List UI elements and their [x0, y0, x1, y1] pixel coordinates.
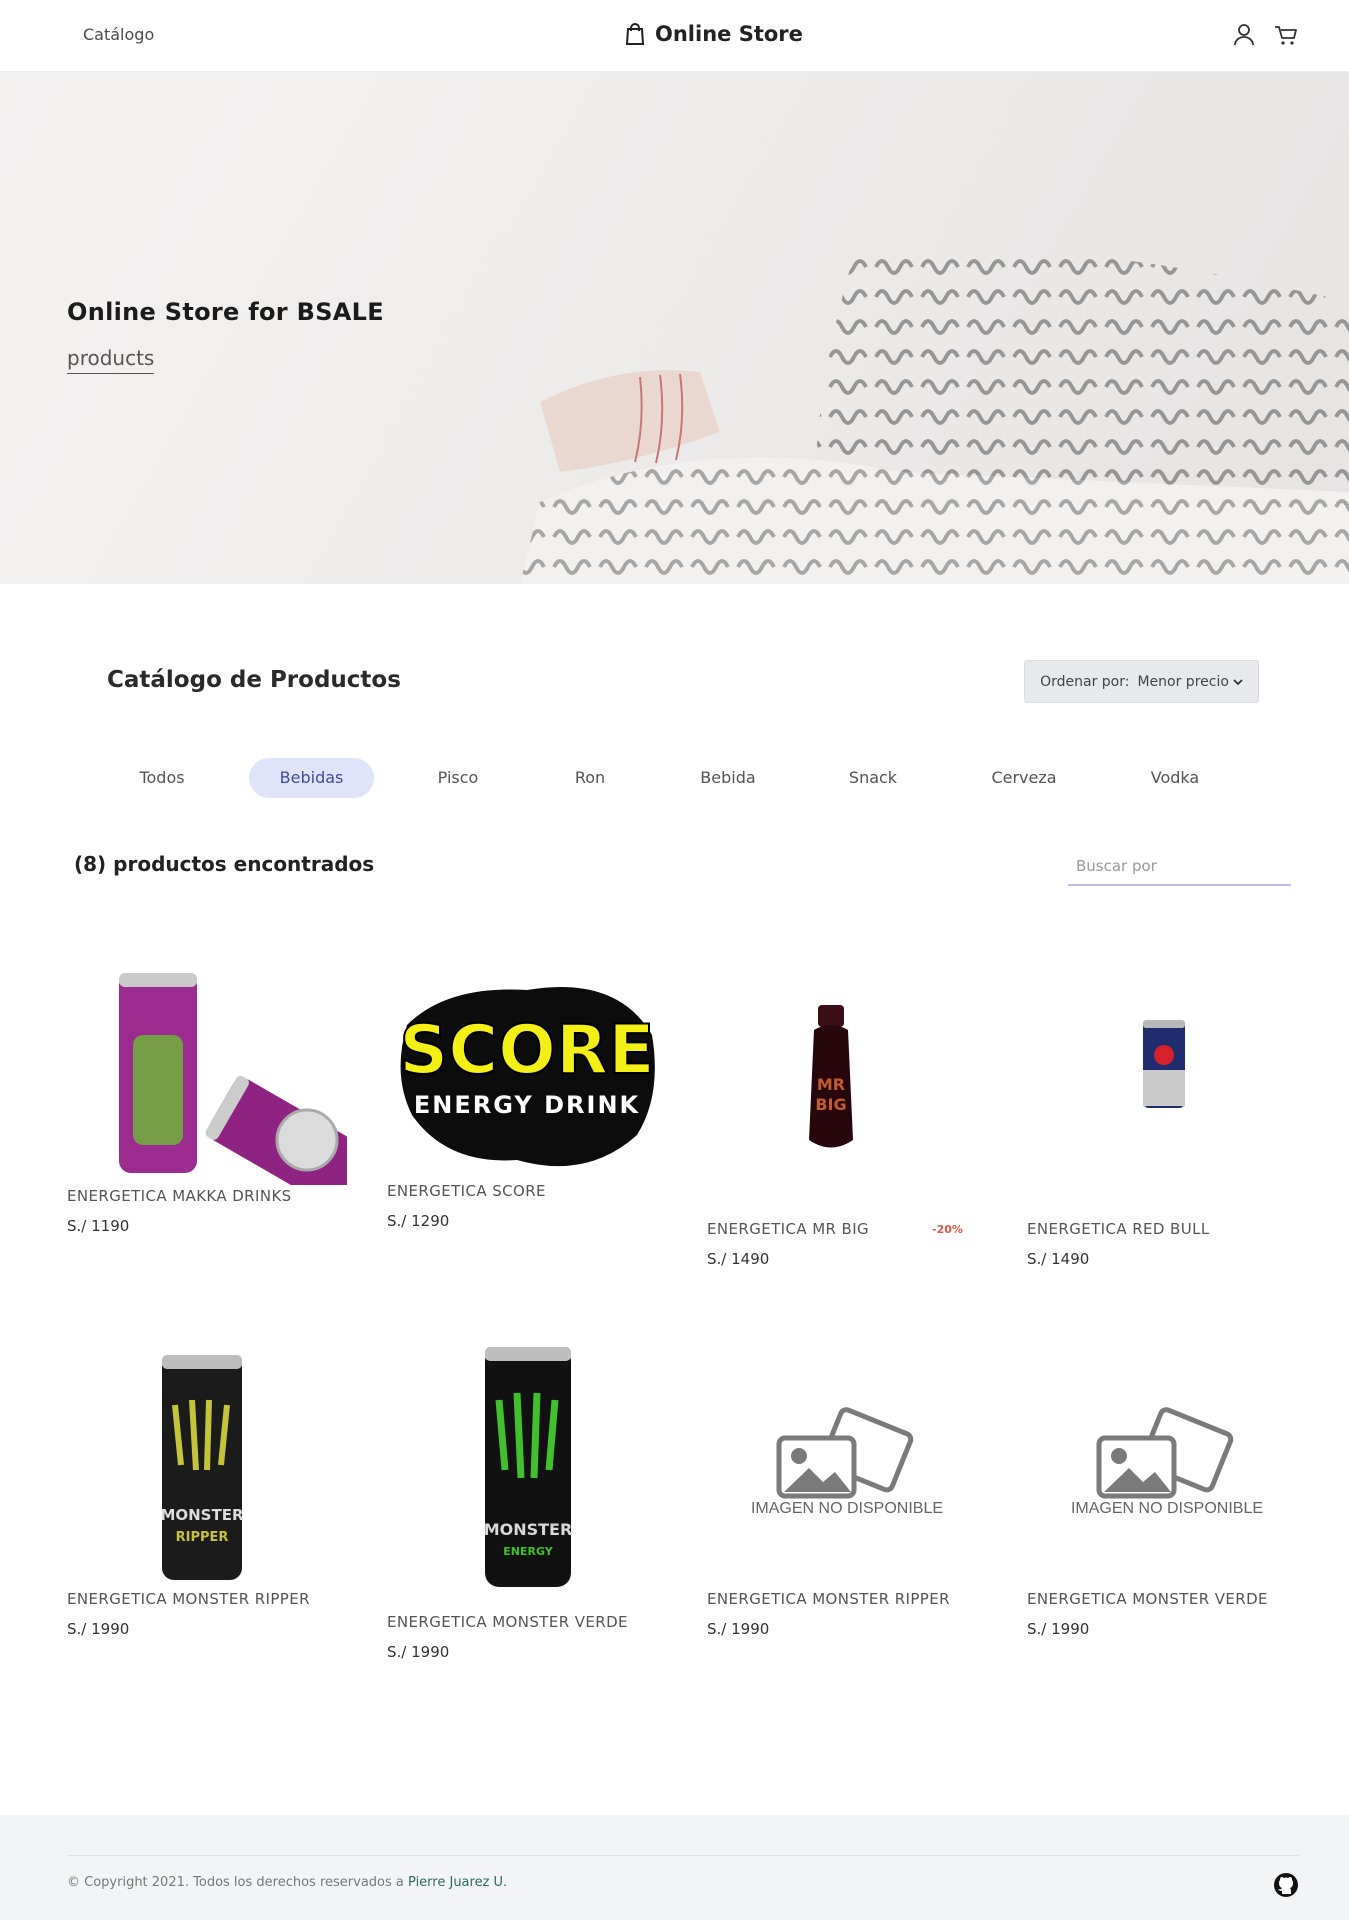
product-price: S./ 1490	[707, 1250, 770, 1268]
product-card[interactable]: IMAGEN NO DISPONIBLE ENERGETICA MONSTER …	[1027, 1345, 1307, 1638]
product-image-red-bull[interactable]	[1027, 950, 1307, 1220]
svg-text:BIG: BIG	[815, 1095, 846, 1114]
svg-text:RIPPER: RIPPER	[176, 1530, 229, 1545]
image-unavailable-text: IMAGEN NO DISPONIBLE	[1070, 1500, 1264, 1517]
product-name[interactable]: ENERGETICA MONSTER RIPPER	[67, 1590, 347, 1608]
svg-text:SCORE: SCORE	[399, 1011, 655, 1090]
cart-icon[interactable]	[1273, 22, 1299, 48]
svg-text:ENERGY: ENERGY	[503, 1545, 553, 1558]
catalog-title: Catálogo de Productos	[107, 667, 401, 693]
copyright-text: © Copyright 2021. Todos los derechos res…	[67, 1875, 507, 1890]
product-name[interactable]: ENERGETICA MONSTER VERDE	[387, 1613, 667, 1631]
product-price: S./ 1990	[387, 1643, 450, 1661]
product-price: S./ 1990	[67, 1620, 130, 1638]
product-card[interactable]: ENERGETICA MAKKA DRINKS S./ 1190	[67, 965, 365, 1235]
sort-value: Menor precio	[1137, 673, 1229, 690]
product-card[interactable]: ENERGETICA RED BULL S./ 1490	[1027, 950, 1307, 1268]
product-card[interactable]: MONSTER RIPPER ENERGETICA MONSTER RIPPER…	[67, 1345, 347, 1638]
tab-snack[interactable]: Snack	[823, 758, 923, 798]
author-link[interactable]: Pierre Juarez U.	[408, 1875, 507, 1890]
product-name[interactable]: ENERGETICA MONSTER VERDE	[1027, 1590, 1307, 1608]
discount-badge: -20%	[932, 1223, 963, 1236]
tab-pisco[interactable]: Pisco	[408, 758, 508, 798]
hero-products-link[interactable]: products	[67, 346, 155, 374]
product-price: S./ 1990	[1027, 1620, 1090, 1638]
results-count: (8) productos encontrados	[74, 852, 375, 876]
product-price: S./ 1490	[1027, 1250, 1090, 1268]
tab-cerveza[interactable]: Cerveza	[974, 758, 1074, 798]
search-input[interactable]	[1068, 848, 1291, 886]
svg-text:ENERGY DRINK: ENERGY DRINK	[414, 1091, 640, 1119]
product-name[interactable]: ENERGETICA SCORE	[387, 1182, 667, 1200]
product-card[interactable]: MR BIG ENERGETICA MR BIG -20% S./ 1490	[707, 950, 987, 1268]
product-price: S./ 1290	[387, 1212, 450, 1230]
footer: © Copyright 2021. Todos los derechos res…	[0, 1815, 1349, 1920]
tab-ron[interactable]: Ron	[540, 758, 640, 798]
footer-divider	[67, 1855, 1299, 1856]
tab-bebidas[interactable]: Bebidas	[249, 758, 374, 798]
product-name[interactable]: ENERGETICA MAKKA DRINKS	[67, 1187, 347, 1205]
product-card[interactable]: IMAGEN NO DISPONIBLE ENERGETICA MONSTER …	[707, 1345, 987, 1638]
product-image-mr-big[interactable]: MR BIG	[707, 950, 987, 1220]
svg-text:MONSTER: MONSTER	[484, 1520, 573, 1539]
image-unavailable[interactable]: IMAGEN NO DISPONIBLE	[1027, 1345, 1307, 1590]
brand-title: Online Store	[655, 22, 803, 46]
hero-image	[520, 247, 1349, 584]
svg-text:MONSTER: MONSTER	[160, 1506, 244, 1524]
image-unavailable[interactable]: IMAGEN NO DISPONIBLE	[707, 1345, 987, 1590]
brand[interactable]: Online Store	[625, 22, 803, 46]
product-name[interactable]: ENERGETICA MONSTER RIPPER	[707, 1590, 987, 1608]
nav-link-catalog[interactable]: Catálogo	[83, 25, 154, 44]
copyright-label: © Copyright 2021. Todos los derechos res…	[67, 1875, 404, 1890]
top-navbar: Catálogo Online Store	[0, 0, 1349, 72]
tab-bebida[interactable]: Bebida	[678, 758, 778, 798]
shopping-bag-icon	[625, 23, 645, 45]
product-price: S./ 1190	[67, 1217, 130, 1235]
product-image-monster-ripper[interactable]: MONSTER RIPPER	[67, 1345, 347, 1590]
user-icon[interactable]	[1231, 22, 1257, 48]
chevron-down-icon	[1233, 678, 1243, 685]
svg-text:MR: MR	[817, 1075, 845, 1094]
sort-dropdown[interactable]: Ordenar por: Menor precio	[1024, 660, 1259, 703]
github-icon[interactable]	[1273, 1872, 1299, 1898]
tab-todos[interactable]: Todos	[112, 758, 212, 798]
hero-banner: Online Store for BSALE products	[0, 72, 1349, 584]
product-card[interactable]: MONSTER ENERGY ENERGETICA MONSTER VERDE …	[387, 1345, 667, 1661]
product-image-makka[interactable]	[67, 965, 365, 1206]
product-price: S./ 1990	[707, 1620, 770, 1638]
product-image-score[interactable]: SCORE ENERGY DRINK	[387, 965, 667, 1180]
product-image-monster-green[interactable]: MONSTER ENERGY	[387, 1345, 667, 1613]
tab-vodka[interactable]: Vodka	[1125, 758, 1225, 798]
sort-label: Ordenar por:	[1040, 673, 1130, 690]
image-unavailable-text: IMAGEN NO DISPONIBLE	[750, 1500, 944, 1517]
product-name[interactable]: ENERGETICA RED BULL	[1027, 1220, 1307, 1238]
product-card[interactable]: SCORE ENERGY DRINK ENERGETICA SCORE S./ …	[387, 965, 667, 1230]
hero-title: Online Store for BSALE	[67, 298, 384, 326]
